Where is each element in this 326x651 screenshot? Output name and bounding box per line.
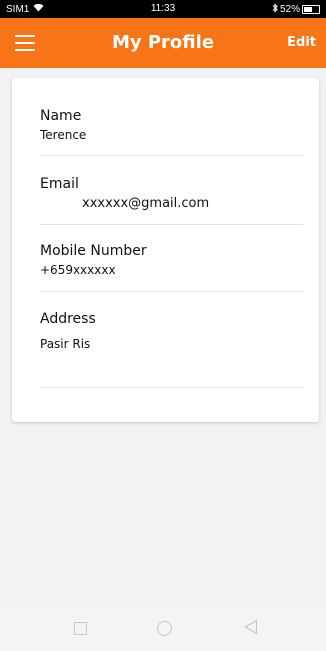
address-divider xyxy=(40,387,303,388)
address-value: Pasir Ris xyxy=(40,337,91,351)
email-field: Email xxxxxx@gmail.com xyxy=(40,176,302,211)
mobile-label: Mobile Number xyxy=(40,243,147,259)
app-bar: My Profile Edit xyxy=(0,18,326,68)
edit-button[interactable]: Edit xyxy=(287,35,316,50)
triangle-back-icon[interactable] xyxy=(244,619,258,639)
battery-percent: 52% xyxy=(279,4,300,15)
name-field: Name Terence xyxy=(40,108,302,142)
mobile-field: Mobile Number +659xxxxxx xyxy=(40,243,302,277)
bluetooth-icon xyxy=(272,3,278,16)
system-nav-bar xyxy=(0,607,326,651)
page-title: My Profile xyxy=(111,32,215,53)
status-bar: SIM1 11:33 52% xyxy=(0,0,326,18)
name-label: Name xyxy=(40,108,82,124)
email-value: xxxxxx@gmail.com xyxy=(82,196,210,211)
name-divider xyxy=(40,155,303,156)
email-label: Email xyxy=(40,176,79,192)
battery-icon xyxy=(302,5,320,14)
mobile-value: +659xxxxxx xyxy=(40,263,116,277)
profile-card: Name Terence Email xxxxxx@gmail.com Mobi… xyxy=(12,78,319,422)
name-value: Terence xyxy=(40,128,87,142)
address-label: Address xyxy=(40,311,96,327)
address-field: Address Pasir Ris xyxy=(40,311,302,351)
email-divider xyxy=(40,224,303,225)
mobile-divider xyxy=(40,291,303,292)
status-right: 52% xyxy=(272,3,320,16)
square-icon[interactable] xyxy=(74,622,87,635)
circle-icon[interactable] xyxy=(157,621,172,636)
